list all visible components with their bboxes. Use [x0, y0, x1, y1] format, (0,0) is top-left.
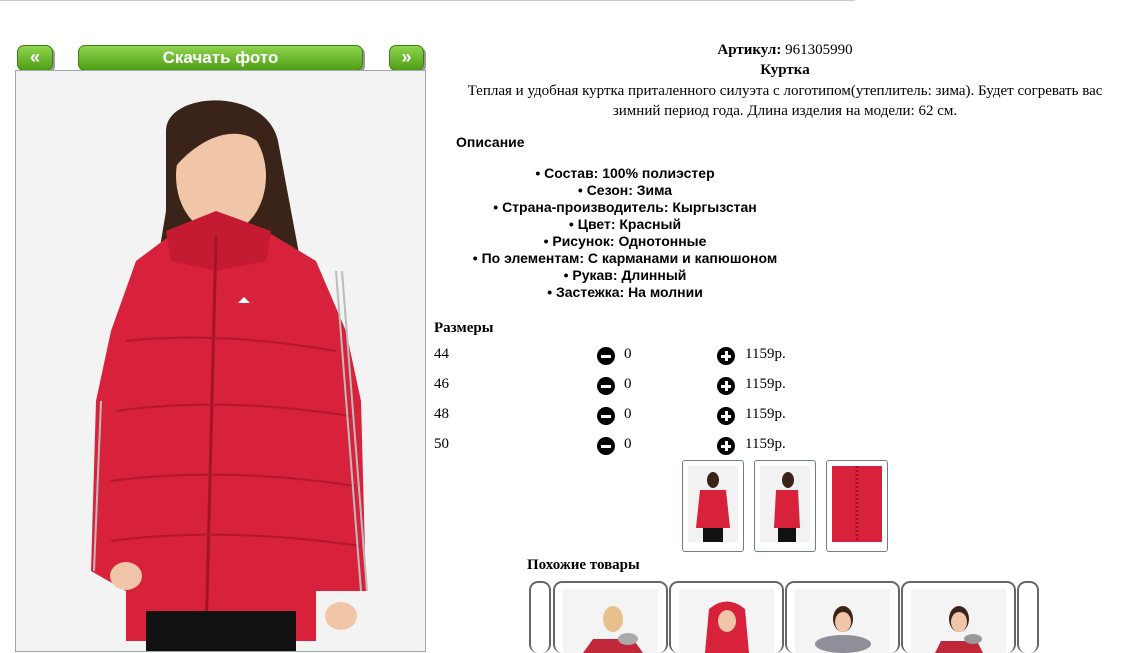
size-price: 1159р. — [745, 436, 786, 452]
similar-product-image — [795, 589, 890, 653]
spec-item: Рисунок: Однотонные — [440, 233, 810, 250]
article-value: 961305990 — [785, 42, 853, 58]
size-price: 1159р. — [745, 376, 786, 392]
download-photo-button[interactable]: Скачать фото — [78, 45, 363, 71]
similar-product-image — [679, 589, 774, 653]
size-value: 48 — [434, 406, 449, 422]
size-quantity: 0 — [624, 376, 632, 392]
size-value: 46 — [434, 376, 449, 392]
spec-item: Застежка: На молнии — [440, 284, 810, 301]
plus-circle-icon[interactable] — [717, 377, 735, 395]
size-value: 50 — [434, 436, 449, 452]
similar-prev-card[interactable] — [529, 581, 551, 653]
sizes-heading: Размеры — [434, 320, 494, 336]
similar-product-card[interactable] — [901, 581, 1016, 653]
plus-circle-icon[interactable] — [717, 437, 735, 455]
size-row: 44 0 1159р. — [434, 344, 834, 366]
minus-circle-icon[interactable] — [597, 347, 615, 365]
prev-photo-button[interactable]: « — [17, 45, 53, 71]
spec-heading: Описание — [456, 134, 525, 150]
similar-product-card[interactable] — [553, 581, 668, 653]
top-divider — [0, 0, 855, 1]
similar-product-image — [911, 589, 1006, 653]
spec-item: По элементам: С карманами и капюшоном — [440, 250, 810, 267]
spec-list: Состав: 100% полиэстер Сезон: Зима Стран… — [440, 165, 810, 301]
photo-thumbnail[interactable] — [826, 460, 888, 552]
spec-item: Цвет: Красный — [440, 216, 810, 233]
article-label: Артикул: — [717, 42, 782, 58]
spec-item: Рукав: Длинный — [440, 267, 810, 284]
main-product-photo[interactable] — [15, 70, 426, 652]
size-price: 1159р. — [745, 406, 786, 422]
size-value: 44 — [434, 346, 449, 362]
thumbnail-image — [760, 466, 810, 542]
plus-circle-icon[interactable] — [717, 407, 735, 425]
minus-circle-icon[interactable] — [597, 407, 615, 425]
photo-thumbnail[interactable] — [754, 460, 816, 552]
thumbnail-image — [688, 466, 738, 542]
model-photo-illustration — [16, 71, 425, 651]
spec-item: Сезон: Зима — [440, 182, 810, 199]
size-row: 46 0 1159р. — [434, 374, 834, 396]
size-price: 1159р. — [745, 346, 786, 362]
next-photo-button[interactable]: » — [389, 45, 424, 71]
size-row: 48 0 1159р. — [434, 404, 834, 426]
similar-product-image — [563, 589, 658, 653]
product-title: Куртка — [760, 62, 810, 78]
similar-products-heading: Похожие товары — [527, 557, 640, 573]
similar-product-card[interactable] — [785, 581, 900, 653]
product-description: Теплая и удобная куртка приталенного сил… — [467, 83, 1103, 119]
size-quantity: 0 — [624, 346, 632, 362]
article-line: Артикул: 961305990 — [440, 42, 1121, 59]
size-quantity: 0 — [624, 406, 632, 422]
thumbnail-image — [832, 466, 882, 542]
size-quantity: 0 — [624, 436, 632, 452]
spec-item: Страна-производитель: Кыргызстан — [440, 199, 810, 216]
plus-circle-icon[interactable] — [717, 347, 735, 365]
minus-circle-icon[interactable] — [597, 377, 615, 395]
size-row: 50 0 1159р. — [434, 434, 834, 456]
minus-circle-icon[interactable] — [597, 437, 615, 455]
similar-next-card[interactable] — [1017, 581, 1039, 653]
spec-item: Состав: 100% полиэстер — [440, 165, 810, 182]
photo-thumbnail[interactable] — [682, 460, 744, 552]
similar-product-card[interactable] — [669, 581, 784, 653]
